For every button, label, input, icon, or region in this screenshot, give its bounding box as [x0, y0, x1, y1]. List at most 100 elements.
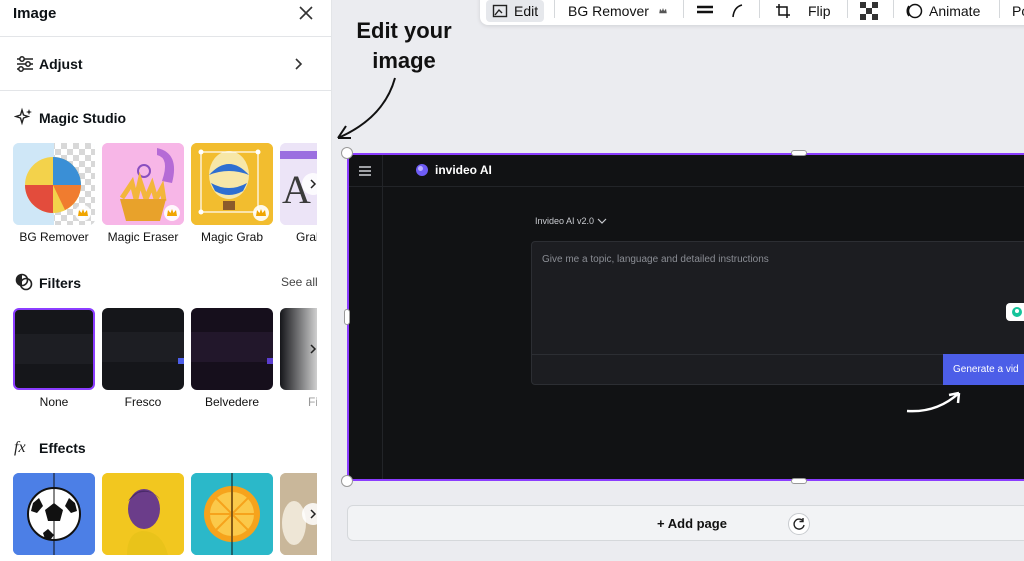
divider	[0, 90, 332, 91]
crown-icon	[75, 205, 91, 221]
transparency-icon	[860, 2, 878, 20]
app-sidebar	[349, 155, 383, 479]
white-arrow-icon	[906, 391, 961, 413]
filter-accent	[178, 358, 184, 364]
magic-grab-thumb[interactable]	[191, 143, 273, 225]
prompt-input[interactable]: Give me a topic, language and detailed i…	[531, 241, 1024, 385]
filter-belvedere-label: Belvedere	[204, 395, 260, 409]
filter-accent	[267, 358, 273, 364]
flip-label: Flip	[808, 3, 831, 19]
rotate-handle[interactable]	[788, 513, 810, 535]
grammarly-chip[interactable]	[1006, 303, 1024, 321]
magic-eraser-label: Magic Eraser	[107, 230, 179, 244]
scroll-right-arrow[interactable]	[302, 338, 317, 360]
filter-none-label: None	[39, 395, 69, 409]
grab-label: Grab	[296, 230, 317, 244]
filter-preview	[15, 334, 93, 364]
border-style-button[interactable]	[697, 0, 713, 22]
image-panel: Image Adjust Magic Studio BG Remover Mag…	[0, 0, 332, 561]
see-all-link[interactable]: See all	[281, 275, 318, 289]
crown-icon	[164, 205, 180, 221]
separator	[683, 0, 684, 18]
crown-icon	[659, 8, 667, 14]
separator	[847, 0, 848, 18]
version-selector[interactable]: Invideo AI v2.0	[535, 216, 607, 226]
annotation-line-1: Edit your	[356, 18, 452, 43]
portrait-image	[102, 473, 184, 555]
chevron-down-icon	[597, 218, 607, 224]
generate-video-button[interactable]: Generate a vid	[943, 354, 1024, 385]
location-pin-icon	[1012, 307, 1022, 317]
filter-fi-label: Fi	[308, 395, 317, 409]
separator	[759, 0, 760, 18]
crown-icon	[253, 205, 269, 221]
crop-icon	[776, 4, 790, 18]
soccer-ball-image	[13, 473, 95, 555]
adjust-label: Adjust	[39, 56, 83, 72]
separator	[554, 0, 555, 18]
grab-text-thumb[interactable]: A	[280, 143, 317, 225]
edit-button[interactable]: Edit	[486, 0, 545, 22]
image-toolbar: Edit BG Remover Flip Animate Po	[480, 0, 1024, 25]
animate-icon	[906, 3, 923, 19]
animate-button[interactable]: Animate	[905, 0, 980, 22]
effects-title: Effects	[39, 440, 86, 456]
resize-handle-top[interactable]	[791, 150, 807, 156]
flip-button[interactable]: Flip	[808, 0, 831, 22]
magic-eraser-thumb[interactable]	[102, 143, 184, 225]
magic-grab-label: Magic Grab	[200, 230, 264, 244]
filter-fi[interactable]	[280, 308, 317, 390]
resize-handle-left[interactable]	[344, 309, 350, 325]
transparency-button[interactable]	[860, 0, 878, 22]
adjust-row[interactable]: Adjust	[0, 40, 332, 88]
portrait-thumb[interactable]	[102, 473, 184, 555]
corner-rounding-icon	[732, 4, 743, 18]
filter-fresco[interactable]	[102, 308, 184, 390]
chevron-right-icon	[310, 509, 317, 519]
orange-image	[191, 473, 273, 555]
prompt-placeholder: Give me a topic, language and detailed i…	[542, 254, 769, 265]
border-style-icon	[697, 5, 713, 14]
crop-button[interactable]	[775, 0, 791, 22]
position-button[interactable]: Po	[1012, 0, 1024, 22]
bg-remover-thumb[interactable]	[13, 143, 95, 225]
panel-title: Image	[13, 5, 57, 22]
magic-studio-title: Magic Studio	[39, 110, 127, 126]
design-canvas[interactable]: invideo AI Invideo AI v2.0 Give me a top…	[347, 153, 1024, 481]
bg-remover-button[interactable]: BG Remover	[568, 0, 669, 22]
sparkles-icon	[14, 107, 32, 126]
resize-handle-bottom[interactable]	[791, 478, 807, 484]
bg-remover-toolbar-label: BG Remover	[568, 3, 649, 19]
scroll-right-arrow[interactable]	[302, 503, 317, 525]
separator	[999, 0, 1000, 18]
divider	[0, 36, 332, 37]
invideo-logo-icon	[416, 164, 428, 176]
corner-rounding-button[interactable]	[730, 0, 744, 22]
scroll-right-arrow[interactable]	[302, 173, 317, 195]
bg-remover-label: BG Remover	[19, 230, 89, 244]
orange-thumb[interactable]	[191, 473, 273, 555]
chevron-right-icon	[310, 344, 317, 354]
add-page-button[interactable]: + Add page	[347, 505, 1024, 541]
chevron-right-icon	[310, 179, 317, 189]
filter-preview	[191, 332, 273, 362]
resize-handle-bottom-left[interactable]	[341, 475, 353, 487]
version-label: Invideo AI v2.0	[535, 216, 595, 226]
filters-title: Filters	[39, 275, 82, 291]
fx-icon: fx	[14, 439, 26, 456]
brand-name: invideo AI	[435, 163, 492, 177]
annotation-text: Edit your image	[348, 16, 460, 76]
invideo-brand: invideo AI	[415, 163, 492, 177]
svg-text:fx: fx	[14, 439, 26, 456]
resize-handle-top-left[interactable]	[341, 147, 353, 159]
filter-none[interactable]	[13, 308, 95, 390]
menu-icon[interactable]	[358, 165, 372, 177]
position-label: Po	[1012, 3, 1024, 19]
filter-belvedere[interactable]	[191, 308, 273, 390]
edit-image-icon	[492, 4, 508, 18]
sliders-icon	[17, 56, 33, 72]
close-icon[interactable]	[296, 3, 316, 23]
separator	[893, 0, 894, 18]
statue-thumb[interactable]	[280, 473, 317, 555]
soccer-ball-thumb[interactable]	[13, 473, 95, 555]
